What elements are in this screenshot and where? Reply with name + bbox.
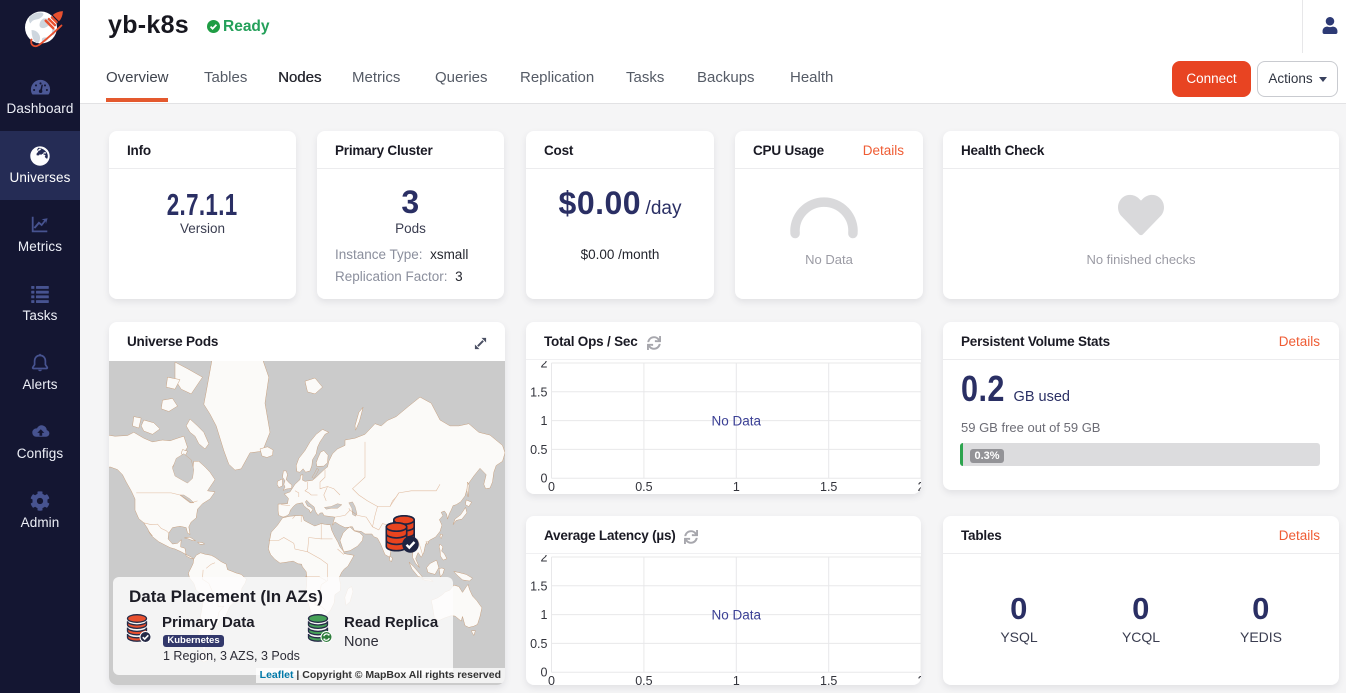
svg-text:No Data: No Data	[712, 414, 762, 429]
svg-text:No Data: No Data	[712, 608, 762, 623]
svg-text:1.5: 1.5	[530, 385, 547, 399]
svg-text:1.5: 1.5	[820, 674, 837, 685]
svg-text:0.5: 0.5	[635, 674, 652, 685]
svg-text:0.5: 0.5	[530, 637, 547, 651]
svg-text:0: 0	[541, 472, 548, 486]
svg-text:0.5: 0.5	[635, 480, 652, 494]
svg-text:1.5: 1.5	[530, 579, 547, 593]
svg-text:0: 0	[548, 480, 555, 494]
svg-text:0.5: 0.5	[530, 443, 547, 457]
svg-text:1: 1	[733, 674, 740, 685]
svg-text:1: 1	[541, 608, 548, 622]
svg-text:1: 1	[733, 480, 740, 494]
svg-text:2: 2	[541, 361, 548, 371]
svg-text:0: 0	[541, 666, 548, 680]
svg-text:2: 2	[918, 674, 921, 685]
svg-text:1: 1	[541, 414, 548, 428]
svg-text:2: 2	[541, 555, 548, 565]
svg-text:1.5: 1.5	[820, 480, 837, 494]
svg-text:2: 2	[918, 480, 921, 494]
svg-text:0: 0	[548, 674, 555, 685]
